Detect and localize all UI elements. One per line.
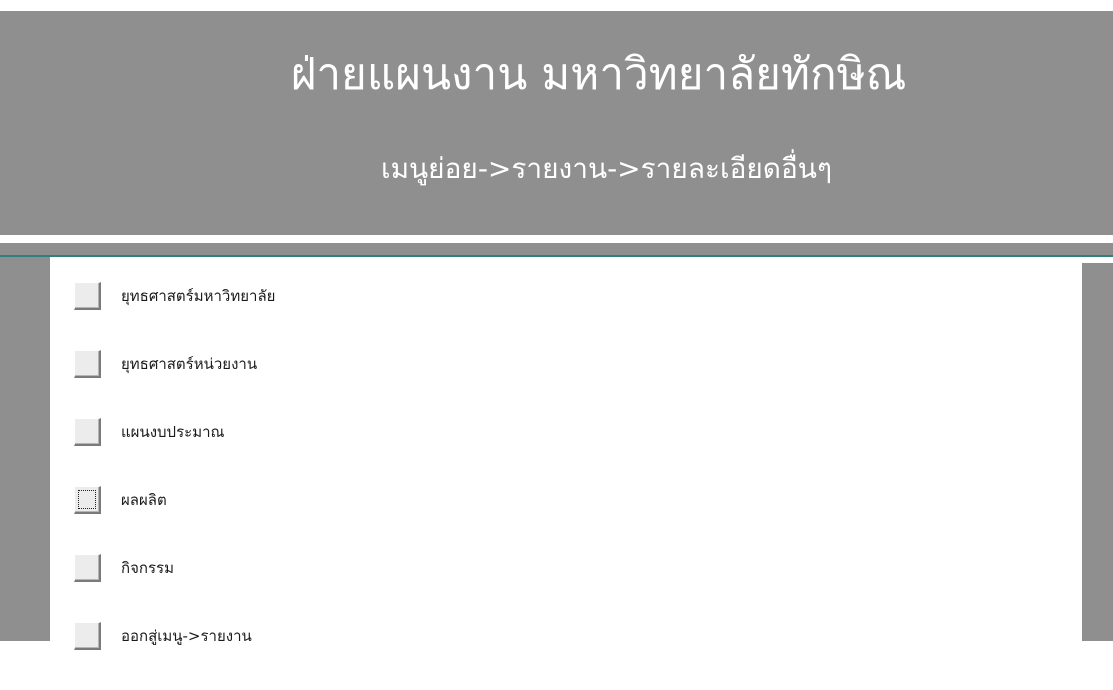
left-gutter xyxy=(0,257,50,641)
menu-button-budget-plan[interactable] xyxy=(74,418,101,446)
menu-label: ผลผลิต xyxy=(121,491,167,509)
menu-button-unit-strategy[interactable] xyxy=(74,350,101,378)
page-title: ฝ่ายแผนงาน มหาวิทยาลัยทักษิณ xyxy=(290,49,907,100)
breadcrumb-subtitle: เมนูย่อย->รายงาน->รายละเอียดอื่นๆ xyxy=(381,152,832,185)
menu-item-university-strategy[interactable]: ยุทธศาสตร์มหาวิทยาลัย xyxy=(74,282,275,310)
menu-item-unit-strategy[interactable]: ยุทธศาสตร์หน่วยงาน xyxy=(74,350,275,378)
menu-label: ยุทธศาสตร์หน่วยงาน xyxy=(121,355,258,373)
menu-item-outputs[interactable]: ผลผลิต xyxy=(74,486,275,514)
menu-button-activities[interactable] xyxy=(74,554,101,582)
menu-label: กิจกรรม xyxy=(121,559,174,577)
menu-item-budget-plan[interactable]: แผนงบประมาณ xyxy=(74,418,275,446)
menu-button-outputs[interactable] xyxy=(74,486,101,514)
menu-label: แผนงบประมาณ xyxy=(121,423,225,441)
right-gutter xyxy=(1082,263,1113,641)
header-divider xyxy=(0,243,1113,255)
menu-item-exit-to-report-menu[interactable]: ออกสู่เมนู->รายงาน xyxy=(74,622,275,650)
submenu-list: ยุทธศาสตร์มหาวิทยาลัย ยุทธศาสตร์หน่วยงาน… xyxy=(74,282,275,690)
menu-item-activities[interactable]: กิจกรรม xyxy=(74,554,275,582)
menu-label: ออกสู่เมนู->รายงาน xyxy=(121,627,252,645)
menu-button-exit-to-report-menu[interactable] xyxy=(74,622,101,650)
header-banner: ฝ่ายแผนงาน มหาวิทยาลัยทักษิณ เมนูย่อย->ร… xyxy=(0,11,1113,235)
menu-button-university-strategy[interactable] xyxy=(74,282,101,310)
accent-divider-line xyxy=(0,255,1113,257)
menu-label: ยุทธศาสตร์มหาวิทยาลัย xyxy=(121,287,276,305)
